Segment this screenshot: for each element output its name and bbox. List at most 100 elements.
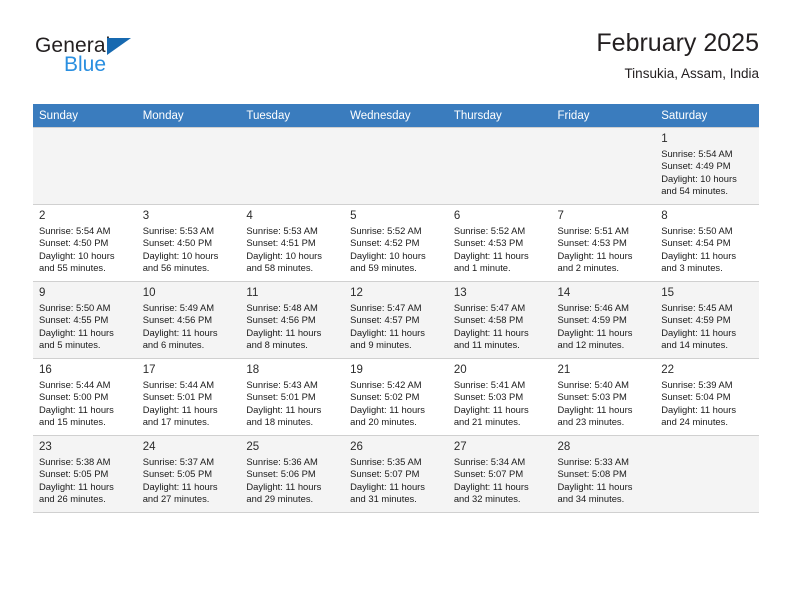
day-number: 2	[39, 210, 46, 222]
calendar-day-cell[interactable]: 28 Sunrise: 5:33 AM Sunset: 5:08 PM Dayligh…	[551, 435, 656, 513]
daylight-text-line1: Daylight: 11 hours	[453, 249, 529, 261]
calendar-page: General Blue February 2025 Tinsukia, Ass…	[0, 0, 792, 612]
calendar-day-cell[interactable]: 12 Sunrise: 5:47 AM Sunset: 4:57 PM Dayligh…	[344, 281, 448, 359]
calendar-week-row: 2 Sunrise: 5:54 AM Sunset: 4:50 PM Daylight…	[33, 204, 759, 282]
calendar-day-cell[interactable]: 13 Sunrise: 5:47 AM Sunset: 4:58 PM Dayligh…	[447, 281, 552, 359]
calendar-day-cell-empty	[344, 127, 448, 205]
daylight-text-line2: and 32 minutes.	[453, 493, 521, 505]
sunset-text: Sunset: 4:53 PM	[453, 237, 524, 249]
sunset-text: Sunset: 5:08 PM	[557, 468, 627, 480]
calendar-day-cell[interactable]: 22 Sunrise: 5:39 AM Sunset: 5:04 PM Dayligh…	[655, 358, 759, 436]
weekday-header-tuesday: Tuesday	[240, 104, 345, 128]
day-cell-content: 1 Sunrise: 5:54 AM Sunset: 4:49 PM Daylight…	[655, 128, 759, 204]
sunset-text: Sunset: 4:59 PM	[557, 314, 627, 326]
sunrise-text: Sunrise: 5:38 AM	[39, 456, 111, 467]
day-number: 28	[557, 441, 571, 453]
calendar-day-cell[interactable]: 10 Sunrise: 5:49 AM Sunset: 4:56 PM Dayligh…	[136, 281, 241, 359]
sunset-text: Sunset: 5:03 PM	[557, 391, 627, 403]
calendar-day-cell[interactable]: 7 Sunrise: 5:51 AM Sunset: 4:53 PM Daylight…	[551, 204, 656, 282]
sunrise-text: Sunrise: 5:34 AM	[453, 456, 526, 467]
calendar-day-cell[interactable]: 2 Sunrise: 5:54 AM Sunset: 4:50 PM Daylight…	[33, 204, 137, 282]
day-cell-content: 6 Sunrise: 5:52 AM Sunset: 4:53 PM Daylight…	[448, 205, 552, 281]
day-number: 20	[453, 364, 467, 376]
calendar-week-row: 23 Sunrise: 5:38 AM Sunset: 5:05 PM Dayligh…	[33, 435, 759, 513]
day-cell-content: 15 Sunrise: 5:45 AM Sunset: 4:59 PM Dayligh…	[655, 282, 759, 358]
page-header: General Blue February 2025 Tinsukia, Ass…	[33, 28, 759, 96]
sunrise-text: Sunrise: 5:52 AM	[453, 225, 526, 236]
sunrise-text: Sunrise: 5:50 AM	[39, 302, 111, 313]
calendar-day-cell[interactable]: 19 Sunrise: 5:42 AM Sunset: 5:02 PM Dayligh…	[344, 358, 448, 436]
daylight-text-line1: Daylight: 10 hours	[661, 172, 737, 184]
calendar-day-cell[interactable]: 5 Sunrise: 5:52 AM Sunset: 4:52 PM Daylight…	[344, 204, 448, 282]
day-cell-content: 23 Sunrise: 5:38 AM Sunset: 5:05 PM Dayligh…	[33, 436, 137, 512]
calendar-day-cell[interactable]: 15 Sunrise: 5:45 AM Sunset: 4:59 PM Dayligh…	[655, 281, 759, 359]
calendar-day-cell[interactable]: 16 Sunrise: 5:44 AM Sunset: 5:00 PM Dayligh…	[33, 358, 137, 436]
daylight-text-line1: Daylight: 10 hours	[246, 249, 322, 261]
calendar-day-cell[interactable]: 18 Sunrise: 5:43 AM Sunset: 5:01 PM Dayligh…	[240, 358, 345, 436]
calendar-week-row: 9 Sunrise: 5:50 AM Sunset: 4:55 PM Daylight…	[33, 281, 759, 359]
day-cell-content	[240, 128, 344, 204]
calendar-day-cell[interactable]: 11 Sunrise: 5:48 AM Sunset: 4:56 PM Dayligh…	[240, 281, 345, 359]
calendar-day-cell[interactable]: 26 Sunrise: 5:35 AM Sunset: 5:07 PM Dayligh…	[344, 435, 448, 513]
calendar-day-cell-empty	[136, 127, 241, 205]
day-number: 19	[350, 364, 363, 376]
daylight-text-line2: and 5 minutes.	[39, 339, 101, 351]
calendar-day-cell[interactable]: 4 Sunrise: 5:53 AM Sunset: 4:51 PM Daylight…	[240, 204, 345, 282]
daylight-text-line1: Daylight: 11 hours	[142, 326, 218, 338]
calendar-day-cell[interactable]: 21 Sunrise: 5:40 AM Sunset: 5:03 PM Dayligh…	[551, 358, 656, 436]
daylight-text-line1: Daylight: 11 hours	[661, 326, 737, 338]
day-number: 18	[246, 364, 260, 376]
calendar-day-cell[interactable]: 3 Sunrise: 5:53 AM Sunset: 4:50 PM Daylight…	[136, 204, 241, 282]
calendar-day-cell[interactable]: 9 Sunrise: 5:50 AM Sunset: 4:55 PM Daylight…	[33, 281, 137, 359]
daylight-text-line1: Daylight: 11 hours	[39, 326, 114, 338]
day-cell-content: 11 Sunrise: 5:48 AM Sunset: 4:56 PM Dayligh…	[240, 282, 344, 358]
weekday-header-monday: Monday	[136, 104, 241, 128]
calendar-day-cell[interactable]: 6 Sunrise: 5:52 AM Sunset: 4:53 PM Daylight…	[447, 204, 552, 282]
daylight-text-line2: and 24 minutes.	[661, 416, 728, 428]
daylight-text-line1: Daylight: 11 hours	[557, 403, 633, 415]
sunset-text: Sunset: 5:06 PM	[246, 468, 316, 480]
day-number: 26	[350, 441, 363, 453]
sunset-text: Sunset: 5:07 PM	[453, 468, 524, 480]
day-number: 23	[39, 441, 52, 453]
calendar-day-cell[interactable]: 27 Sunrise: 5:34 AM Sunset: 5:07 PM Dayligh…	[447, 435, 552, 513]
calendar-day-cell[interactable]: 17 Sunrise: 5:44 AM Sunset: 5:01 PM Dayligh…	[136, 358, 241, 436]
daylight-text-line2: and 9 minutes.	[350, 339, 412, 351]
daylight-text-line1: Daylight: 10 hours	[350, 249, 426, 261]
day-cell-content: 10 Sunrise: 5:49 AM Sunset: 4:56 PM Dayligh…	[137, 282, 241, 358]
calendar-day-cell[interactable]: 23 Sunrise: 5:38 AM Sunset: 5:05 PM Dayligh…	[33, 435, 137, 513]
daylight-text-line1: Daylight: 11 hours	[557, 480, 633, 492]
calendar-day-cell-empty	[655, 435, 759, 513]
calendar-day-cell[interactable]: 1 Sunrise: 5:54 AM Sunset: 4:49 PM Daylight…	[655, 127, 759, 205]
day-cell-content: 24 Sunrise: 5:37 AM Sunset: 5:05 PM Dayligh…	[137, 436, 241, 512]
sunrise-text: Sunrise: 5:39 AM	[661, 379, 733, 390]
sunrise-text: Sunrise: 5:33 AM	[557, 456, 629, 467]
sunset-text: Sunset: 5:04 PM	[661, 391, 731, 403]
sunset-text: Sunset: 5:05 PM	[142, 468, 213, 480]
daylight-text-line2: and 14 minutes.	[661, 339, 728, 351]
general-blue-logo[interactable]: General Blue	[33, 34, 253, 90]
sunrise-text: Sunrise: 5:52 AM	[350, 225, 422, 236]
daylight-text-line2: and 54 minutes.	[661, 185, 728, 197]
daylight-text-line1: Daylight: 11 hours	[661, 403, 737, 415]
sunrise-text: Sunrise: 5:40 AM	[557, 379, 629, 390]
calendar-day-cell[interactable]: 20 Sunrise: 5:41 AM Sunset: 5:03 PM Dayligh…	[447, 358, 552, 436]
calendar-day-cell[interactable]: 14 Sunrise: 5:46 AM Sunset: 4:59 PM Dayligh…	[551, 281, 656, 359]
calendar-day-cell-empty	[447, 127, 552, 205]
sunset-text: Sunset: 5:00 PM	[39, 391, 109, 403]
calendar-day-cell[interactable]: 25 Sunrise: 5:36 AM Sunset: 5:06 PM Dayligh…	[240, 435, 345, 513]
calendar-day-cell[interactable]: 8 Sunrise: 5:50 AM Sunset: 4:54 PM Daylight…	[655, 204, 759, 282]
day-cell-content	[655, 436, 759, 512]
daylight-text-line2: and 31 minutes.	[350, 493, 417, 505]
day-cell-content: 3 Sunrise: 5:53 AM Sunset: 4:50 PM Daylight…	[137, 205, 241, 281]
sunset-text: Sunset: 4:52 PM	[350, 237, 420, 249]
page-subtitle: Tinsukia, Assam, India	[624, 66, 759, 81]
daylight-text-line2: and 56 minutes.	[142, 262, 210, 274]
sunrise-text: Sunrise: 5:41 AM	[453, 379, 526, 390]
day-cell-content: 12 Sunrise: 5:47 AM Sunset: 4:57 PM Dayligh…	[344, 282, 448, 358]
sunset-text: Sunset: 4:59 PM	[661, 314, 731, 326]
calendar-day-cell[interactable]: 24 Sunrise: 5:37 AM Sunset: 5:05 PM Dayligh…	[136, 435, 241, 513]
daylight-text-line2: and 59 minutes.	[350, 262, 417, 274]
day-cell-content	[448, 128, 552, 204]
day-cell-content	[344, 128, 448, 204]
